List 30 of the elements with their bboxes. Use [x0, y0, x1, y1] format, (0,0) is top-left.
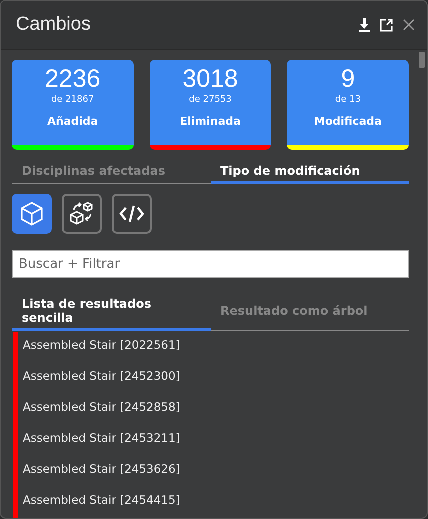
total-label: de 13 — [335, 95, 361, 105]
card-label: Eliminada — [180, 115, 241, 128]
result-item[interactable]: Assembled Stair [2454415] — [18, 487, 180, 518]
summary-card[interactable]: 9 de 13 Modificada — [287, 60, 410, 150]
count-value: 2236 — [45, 64, 101, 94]
result-item[interactable]: Assembled Stair [2452858] — [18, 394, 180, 425]
count-value: 9 — [341, 64, 356, 94]
close-icon[interactable] — [403, 19, 415, 31]
download-icon[interactable] — [359, 18, 370, 32]
search-field[interactable]: Buscar + Filtrar — [12, 250, 409, 278]
card-label: Añadida — [47, 115, 98, 128]
result-item[interactable]: Assembled Stair [2453626] — [18, 456, 180, 487]
card-label: Modificada — [314, 115, 382, 128]
summary-card[interactable]: 3018 de 27553 Eliminada — [150, 60, 272, 150]
window-title: Cambios — [16, 14, 92, 36]
result-item[interactable]: Assembled Stair [2453211] — [18, 425, 180, 456]
view-button[interactable] — [112, 194, 152, 234]
external-link-icon[interactable] — [380, 18, 393, 32]
result-item[interactable]: Assembled Stair [2452300] — [18, 363, 180, 394]
view-button[interactable] — [62, 194, 102, 234]
summary-card[interactable]: 2236 de 21867 Añadida — [12, 60, 134, 150]
total-label: de 27553 — [189, 95, 232, 105]
count-value: 3018 — [182, 64, 238, 94]
result-item[interactable]: Assembled Stair [2022561] — [18, 332, 180, 363]
tab[interactable]: Tipo de modificación — [210, 162, 409, 184]
total-label: de 21867 — [51, 95, 94, 105]
cube-icon — [20, 201, 44, 227]
tab[interactable]: Lista de resultados sencilla — [12, 295, 210, 331]
scrollbar-thumb[interactable] — [419, 52, 425, 68]
code-icon — [119, 204, 145, 224]
